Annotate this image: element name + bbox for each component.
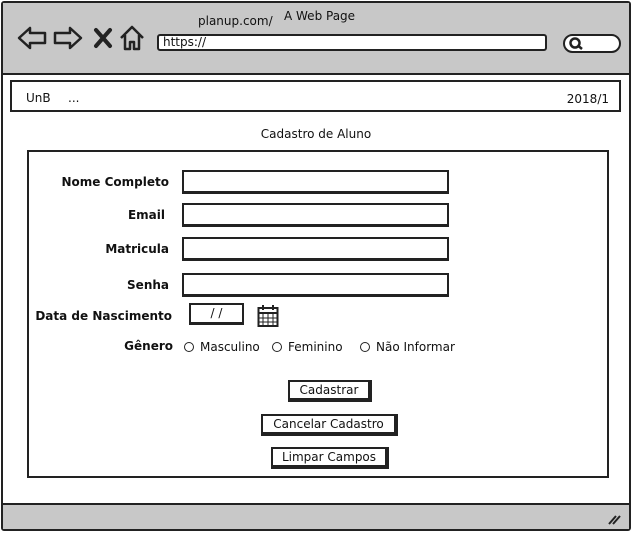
gender-label: Gênero bbox=[124, 339, 173, 353]
senha-label: Senha bbox=[127, 278, 169, 292]
radio-icon bbox=[272, 342, 282, 352]
close-icon[interactable] bbox=[93, 25, 113, 51]
cancel-button[interactable]: Cancelar Cadastro bbox=[261, 414, 398, 436]
radio-icon bbox=[360, 342, 370, 352]
name-input[interactable] bbox=[182, 170, 449, 194]
name-label: Nome Completo bbox=[61, 175, 169, 189]
breadcrumb-more[interactable]: ... bbox=[68, 91, 79, 105]
forward-arrow-icon[interactable] bbox=[53, 25, 83, 51]
status-bar bbox=[3, 503, 629, 529]
radio-icon bbox=[184, 342, 194, 352]
calendar-icon[interactable] bbox=[257, 304, 279, 328]
gender-option-label: Masculino bbox=[200, 340, 260, 354]
page-title: A Web Page bbox=[284, 9, 356, 23]
gender-option-feminino[interactable]: Feminino bbox=[272, 340, 343, 354]
app-header: UnB ... 2018/1 bbox=[10, 80, 621, 112]
birth-date-input[interactable]: / / bbox=[189, 303, 244, 325]
email-input[interactable] bbox=[182, 203, 449, 227]
gender-option-masculino[interactable]: Masculino bbox=[184, 340, 260, 354]
brand-label[interactable]: UnB bbox=[26, 91, 51, 105]
semester-label: 2018/1 bbox=[566, 92, 609, 106]
browser-toolbar: planup.com/ A Web Page https:// bbox=[3, 3, 629, 75]
birth-date-label: Data de Nascimento bbox=[35, 309, 172, 323]
browser-window: planup.com/ A Web Page https:// UnB ... … bbox=[1, 1, 631, 531]
email-label: Email bbox=[127, 208, 165, 222]
resize-grip-icon[interactable] bbox=[607, 511, 621, 525]
search-field[interactable] bbox=[563, 34, 621, 53]
registration-form: Nome Completo Email Matricula Senha Data… bbox=[27, 150, 609, 478]
submit-button[interactable]: Cadastrar bbox=[288, 380, 372, 402]
matricula-label: Matricula bbox=[105, 242, 169, 256]
gender-option-nao-informar[interactable]: Não Informar bbox=[360, 340, 455, 354]
senha-input[interactable] bbox=[182, 273, 449, 297]
home-icon[interactable] bbox=[119, 25, 145, 51]
clear-button[interactable]: Limpar Campos bbox=[271, 447, 389, 469]
gender-option-label: Não Informar bbox=[376, 340, 455, 354]
matricula-input[interactable] bbox=[182, 237, 449, 261]
form-title: Cadastro de Aluno bbox=[260, 127, 372, 141]
back-arrow-icon[interactable] bbox=[17, 25, 47, 51]
url-input[interactable]: https:// bbox=[157, 34, 547, 51]
gender-option-label: Feminino bbox=[288, 340, 343, 354]
search-icon bbox=[569, 37, 583, 50]
site-address: planup.com/ bbox=[198, 14, 273, 28]
